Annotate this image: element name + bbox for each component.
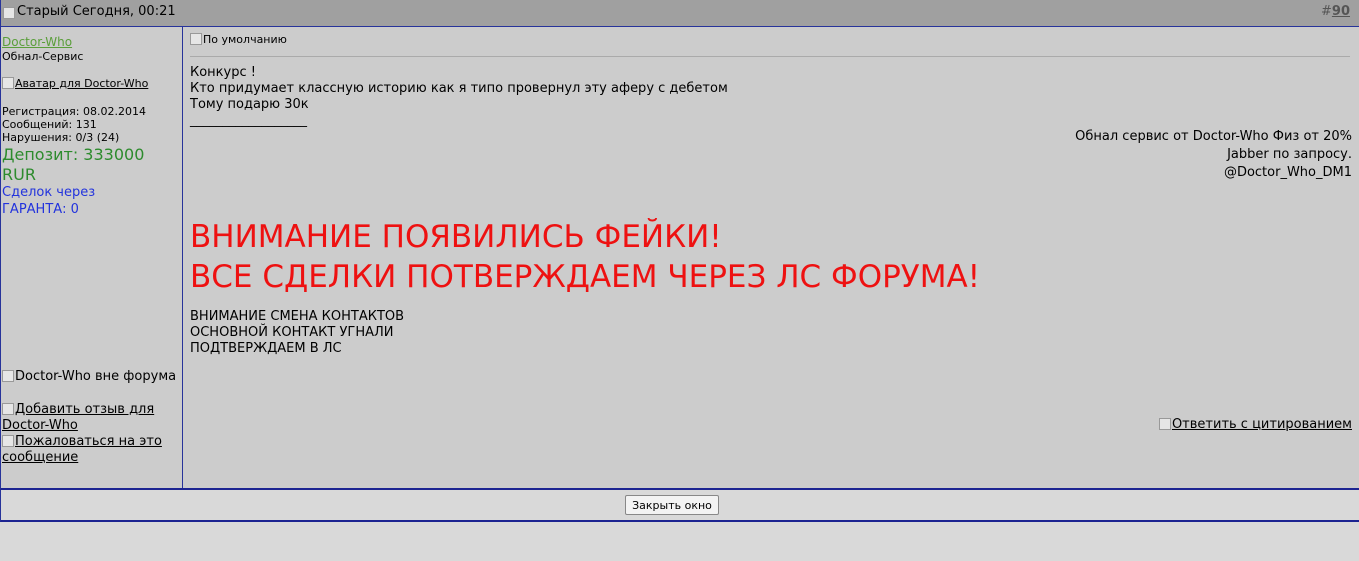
post-content: По умолчанию Конкурс ! Кто придумает кла… [183, 27, 1359, 488]
add-review-link[interactable]: Добавить отзыв для Doctor-Who [2, 402, 177, 434]
default-post-icon [190, 33, 202, 45]
post-count: Сообщений: 131 [2, 118, 97, 131]
user-info: Регистрация: 08.02.2014 Сообщений: 131 Н… [2, 105, 146, 144]
avatar-image-icon [2, 77, 14, 89]
post-icon: По умолчанию [190, 33, 287, 46]
fake-alert: ВНИМАНИЕ ПОЯВИЛИСЬ ФЕЙКИ! ВСЕ СДЕЛКИ ПОТ… [190, 219, 981, 295]
post-message: Конкурс ! Кто придумает классную историю… [190, 65, 1190, 129]
report-icon [2, 435, 14, 447]
signature: Обнал сервис от Doctor-Who Физ от 20% Ja… [1075, 129, 1352, 180]
quote-icon [1158, 418, 1171, 430]
signature-separator: __________________ [190, 113, 307, 128]
post-number-link[interactable]: 90 [1332, 4, 1350, 19]
post-number: #90 [1321, 4, 1350, 19]
guarantor-deals: Сделок через ГАРАНТА: 0 [2, 185, 96, 217]
offline-status-icon [2, 370, 14, 382]
username-link[interactable]: Doctor-Who [2, 35, 72, 49]
deposit-amount: Депозит: 333000 RUR [2, 145, 145, 184]
reply-with-quote-button[interactable]: Ответить с цитированием [1158, 417, 1352, 432]
post-table: Старый Сегодня, 00:21 #90 Doctor-Who Обн… [0, 0, 1359, 490]
old-post-status-icon [3, 6, 17, 20]
avatar[interactable]: Аватар для Doctor-Who [2, 77, 148, 90]
user-sidebar: Doctor-Who Обнал-Сервис Аватар для Docto… [1, 27, 183, 488]
report-post-link[interactable]: Пожаловаться на это сообщение [2, 434, 177, 466]
footer-bar: Закрыть окно [0, 490, 1359, 522]
review-icon [2, 403, 14, 415]
status-alt-text: Старый [17, 4, 69, 19]
post-divider [190, 56, 1350, 57]
post-header: Старый Сегодня, 00:21 #90 [1, 0, 1359, 27]
violations-count: Нарушения: 0/3 (24) [2, 131, 120, 144]
registration-date: Регистрация: 08.02.2014 [2, 105, 146, 118]
user-title: Обнал-Сервис [2, 50, 84, 63]
close-window-button[interactable]: Закрыть окно [625, 495, 719, 515]
contact-change-notice: ВНИМАНИЕ СМЕНА КОНТАКТОВ ОСНОВНОЙ КОНТАК… [190, 309, 405, 356]
post-date: Сегодня, 00:21 [72, 4, 176, 19]
online-status: Doctor-Who вне форума [2, 369, 177, 385]
